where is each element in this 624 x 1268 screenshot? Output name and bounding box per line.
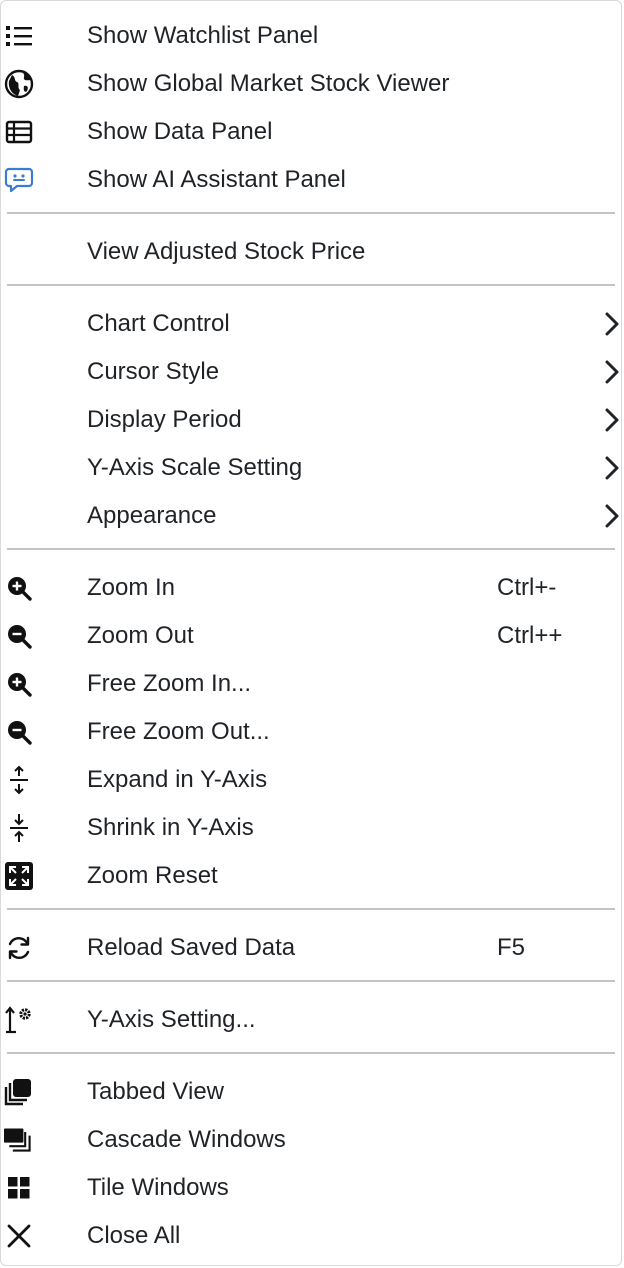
menu-item-view-adjusted-stock-price[interactable]: View Adjusted Stock Price <box>1 230 623 274</box>
menu-separator <box>7 548 615 550</box>
context-menu: Show Watchlist Panel Show Global Market … <box>0 0 622 1266</box>
menu-item-show-data-panel[interactable]: Show Data Panel <box>1 110 623 154</box>
menu-item-label: View Adjusted Stock Price <box>87 238 366 265</box>
menu-item-tabbed-view[interactable]: Tabbed View <box>1 1070 623 1114</box>
menu-item-label: Tabbed View <box>87 1078 224 1105</box>
menu-item-label: Show Global Market Stock Viewer <box>87 70 450 97</box>
globe-icon <box>4 69 34 99</box>
close-icon <box>4 1223 34 1249</box>
menu-item-zoom-in[interactable]: Zoom In Ctrl+- <box>1 566 623 610</box>
menu-item-show-global-market-stock-viewer[interactable]: Show Global Market Stock Viewer <box>1 62 623 106</box>
menu-separator <box>7 284 615 286</box>
table-icon <box>4 119 34 145</box>
shortcut-label: F5 <box>497 934 526 961</box>
menu-separator <box>7 1052 615 1054</box>
menu-item-free-zoom-in[interactable]: Free Zoom In... <box>1 662 623 706</box>
menu-item-label: Chart Control <box>87 310 230 337</box>
menu-separator <box>7 908 615 910</box>
chevron-right-icon <box>605 456 619 480</box>
menu-item-appearance[interactable]: Appearance <box>1 494 623 538</box>
menu-item-cursor-style[interactable]: Cursor Style <box>1 350 623 394</box>
menu-item-label: Free Zoom Out... <box>87 718 270 745</box>
menu-item-expand-in-y-axis[interactable]: Expand in Y-Axis <box>1 758 623 802</box>
menu-item-free-zoom-out[interactable]: Free Zoom Out... <box>1 710 623 754</box>
zoom-in-icon <box>4 575 34 601</box>
expand-vertical-icon <box>4 765 34 795</box>
menu-item-label: Expand in Y-Axis <box>87 766 268 793</box>
menu-item-label: Appearance <box>87 502 217 529</box>
menu-item-y-axis-scale-setting[interactable]: Y-Axis Scale Setting <box>1 446 623 490</box>
menu-item-tile-windows[interactable]: Tile Windows <box>1 1166 623 1210</box>
menu-item-show-watchlist-panel[interactable]: Show Watchlist Panel <box>1 14 623 58</box>
chevron-right-icon <box>605 504 619 528</box>
menu-item-label: Show Watchlist Panel <box>87 22 319 49</box>
menu-item-label: Free Zoom In... <box>87 670 252 697</box>
menu-separator <box>7 980 615 982</box>
chevron-right-icon <box>605 360 619 384</box>
menu-item-label: Show Data Panel <box>87 118 273 145</box>
menu-item-label: Reload Saved Data <box>87 934 296 961</box>
menu-item-label: Y-Axis Setting... <box>87 1006 256 1033</box>
cascade-windows-icon <box>4 1127 34 1153</box>
menu-item-label: Tile Windows <box>87 1174 229 1201</box>
menu-item-label: Y-Axis Scale Setting <box>87 454 303 481</box>
zoom-out-icon <box>4 719 34 745</box>
menu-item-label: Zoom Out <box>87 622 194 649</box>
menu-item-label: Cascade Windows <box>87 1126 286 1153</box>
axis-settings-icon <box>4 1006 34 1034</box>
menu-item-label: Close All <box>87 1222 181 1249</box>
menu-item-label: Display Period <box>87 406 242 433</box>
menu-item-label: Zoom In <box>87 574 176 601</box>
menu-item-zoom-reset[interactable]: Zoom Reset <box>1 854 623 898</box>
chevron-right-icon <box>605 312 619 336</box>
menu-item-zoom-out[interactable]: Zoom Out Ctrl++ <box>1 614 623 658</box>
reload-icon <box>4 935 34 961</box>
zoom-out-icon <box>4 623 34 649</box>
menu-item-show-ai-assistant-panel[interactable]: Show AI Assistant Panel <box>1 158 623 202</box>
menu-item-reload-saved-data[interactable]: Reload Saved Data F5 <box>1 926 623 970</box>
menu-separator <box>7 212 615 214</box>
shortcut-label: Ctrl+- <box>497 574 557 601</box>
zoom-in-icon <box>4 671 34 697</box>
list-icon <box>4 23 34 49</box>
menu-item-label: Shrink in Y-Axis <box>87 814 254 841</box>
menu-item-cascade-windows[interactable]: Cascade Windows <box>1 1118 623 1162</box>
menu-item-chart-control[interactable]: Chart Control <box>1 302 623 346</box>
zoom-reset-icon <box>4 862 34 890</box>
menu-item-label: Cursor Style <box>87 358 220 385</box>
menu-item-shrink-in-y-axis[interactable]: Shrink in Y-Axis <box>1 806 623 850</box>
menu-item-close-all[interactable]: Close All <box>1 1214 623 1258</box>
shrink-vertical-icon <box>4 814 34 842</box>
menu-item-label: Zoom Reset <box>87 862 218 889</box>
menu-item-display-period[interactable]: Display Period <box>1 398 623 442</box>
menu-item-y-axis-setting[interactable]: Y-Axis Setting... <box>1 998 623 1042</box>
tabbed-view-icon <box>4 1079 34 1106</box>
ai-chat-icon <box>4 167 34 193</box>
menu-item-label: Show AI Assistant Panel <box>87 166 346 193</box>
tile-windows-icon <box>4 1175 34 1201</box>
shortcut-label: Ctrl++ <box>497 622 563 649</box>
chevron-right-icon <box>605 408 619 432</box>
